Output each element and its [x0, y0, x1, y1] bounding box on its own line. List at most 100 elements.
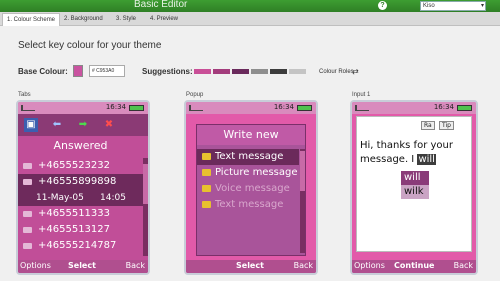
- softkey-bar: Options Continue Back: [352, 260, 476, 273]
- suggestion-swatch[interactable]: [270, 69, 287, 74]
- menu-item-label: Text message: [215, 199, 284, 210]
- tab-icon-bar: ▣ ⬅ ➡ ✖: [18, 114, 148, 136]
- list-item: +46555214787: [18, 238, 143, 254]
- hex-input[interactable]: # C953A0: [89, 65, 125, 77]
- signal-icon: [355, 105, 369, 111]
- colour-row: Base Colour: # C953A0 Suggestions: Colou…: [0, 60, 500, 84]
- call-icon: [23, 227, 32, 233]
- title-bar: Basic Editor ? Kiso ▾: [0, 0, 500, 12]
- call-icon: [23, 243, 32, 249]
- softkey-bar: Select Back: [186, 260, 316, 273]
- call-time: 14:05: [100, 193, 126, 203]
- folder-icon: [202, 201, 211, 208]
- call-icon: [23, 163, 32, 169]
- suggestion-swatch[interactable]: [232, 69, 249, 74]
- call-icon: [23, 179, 32, 185]
- help-icon[interactable]: ?: [378, 1, 387, 10]
- softkey-select: Select: [68, 261, 96, 270]
- status-bar: 16:34: [186, 102, 316, 114]
- softkey-select: Select: [236, 261, 264, 270]
- message-field: Ra Tip Hi, thanks for your message. I wi…: [356, 116, 472, 252]
- scrollbar: [300, 149, 305, 253]
- app-title: Basic Editor: [134, 0, 188, 10]
- tab-style[interactable]: 3. Style: [112, 13, 140, 26]
- base-colour-swatch[interactable]: [73, 65, 83, 77]
- softkey-back: Back: [125, 261, 145, 270]
- popup-title: Write new: [197, 125, 305, 145]
- popup-preview-phone: 16:34 Write new Text message Picture mes…: [184, 100, 318, 275]
- base-colour-label: Base Colour:: [18, 67, 68, 76]
- page-heading: Select key colour for your theme: [18, 40, 162, 51]
- menu-item-selected: Text message: [197, 149, 299, 165]
- clock: 16:34: [105, 103, 126, 111]
- list-item-label: +4655523232: [38, 160, 111, 171]
- input-preview-label: Input 1: [352, 92, 371, 98]
- scrollbar-thumb: [143, 164, 148, 204]
- suggestion-swatch[interactable]: [251, 69, 268, 74]
- call-icon: [23, 211, 32, 217]
- menu-item: Voice message: [197, 181, 299, 197]
- tabs-preview-phone: 16:34 ▣ ⬅ ➡ ✖ Answered +4655523232 +4655…: [16, 100, 150, 275]
- popup-menu: Write new Text message Picture message V…: [196, 124, 306, 256]
- suggestions-label: Suggestions:: [142, 67, 193, 76]
- battery-icon: [129, 105, 144, 111]
- list-title: Answered: [53, 139, 108, 152]
- softkey-options: Options: [354, 261, 385, 270]
- prediction-item-selected: will: [401, 171, 429, 185]
- roles-icon[interactable]: ⇄: [352, 67, 359, 76]
- wizard-tabs: 1. Colour Scheme 2. Background 3. Style …: [0, 12, 500, 26]
- message-text: Hi, thanks for your message. I will: [360, 139, 476, 167]
- softkey-back: Back: [453, 261, 473, 270]
- list-item: +4655523232: [18, 158, 143, 174]
- tab-preview[interactable]: 4. Preview: [146, 13, 182, 26]
- scrollbar-thumb: [300, 151, 305, 191]
- contacts-icon: ▣: [24, 118, 38, 132]
- colour-roles-link[interactable]: Colour Roles: [319, 69, 354, 75]
- chevron-down-icon: ▾: [480, 3, 484, 9]
- call-date: 11-May-05: [36, 193, 84, 203]
- signal-icon: [21, 105, 35, 111]
- popup-preview-label: Popup: [186, 92, 204, 98]
- signal-icon: [189, 105, 203, 111]
- menu-item-label: Voice message: [215, 183, 290, 194]
- missed-call-icon: ✖: [104, 119, 114, 130]
- menu-item: Text message: [197, 197, 299, 213]
- softkey-back: Back: [293, 261, 313, 270]
- tab-background[interactable]: 2. Background: [60, 13, 107, 26]
- input-mode-indicator: Ra: [421, 121, 435, 130]
- prediction-item: wilk: [401, 185, 429, 199]
- menu-item-label: Picture message: [215, 167, 298, 178]
- tab-colour-scheme[interactable]: 1. Colour Scheme: [2, 13, 61, 26]
- list-item-label: +4655513127: [38, 224, 111, 235]
- softkey-continue: Continue: [394, 261, 435, 270]
- suggestion-swatch[interactable]: [289, 69, 306, 74]
- tabs-preview-label: Tabs: [18, 92, 31, 98]
- arrow-right-icon: ➡: [78, 119, 88, 130]
- list-item-label: +4655511333: [38, 208, 111, 219]
- list-item-selected: +46555899898 11-May-05 14:05: [18, 174, 143, 206]
- suggestion-swatch[interactable]: [194, 69, 211, 74]
- status-bar: 16:34: [18, 102, 148, 114]
- theme-select[interactable]: Kiso ▾: [420, 1, 486, 11]
- folder-icon: [202, 153, 211, 160]
- clock: 16:34: [273, 103, 294, 111]
- input-tip-indicator: Tip: [439, 121, 454, 130]
- theme-select-value: Kiso: [423, 3, 435, 9]
- battery-icon: [457, 105, 472, 111]
- list-item: +4655513127: [18, 222, 143, 238]
- list-item-label: +46555899898: [38, 176, 117, 187]
- clock: 16:34: [433, 103, 454, 111]
- status-bar: 16:34: [352, 102, 476, 114]
- folder-icon: [202, 169, 211, 176]
- folder-icon: [202, 185, 211, 192]
- menu-item-label: Text message: [215, 151, 284, 162]
- arrow-left-icon: ⬅: [52, 119, 62, 130]
- list-item: +4655511333: [18, 206, 143, 222]
- input-preview-phone: 16:34 Ra Tip Hi, thanks for your message…: [350, 100, 478, 275]
- softkey-bar: Options Select Back: [18, 260, 148, 273]
- suggestion-swatch[interactable]: [213, 69, 230, 74]
- scrollbar: [143, 158, 148, 256]
- softkey-options: Options: [20, 261, 51, 270]
- message-text-body: Hi, thanks for your message. I: [360, 140, 453, 165]
- battery-icon: [297, 105, 312, 111]
